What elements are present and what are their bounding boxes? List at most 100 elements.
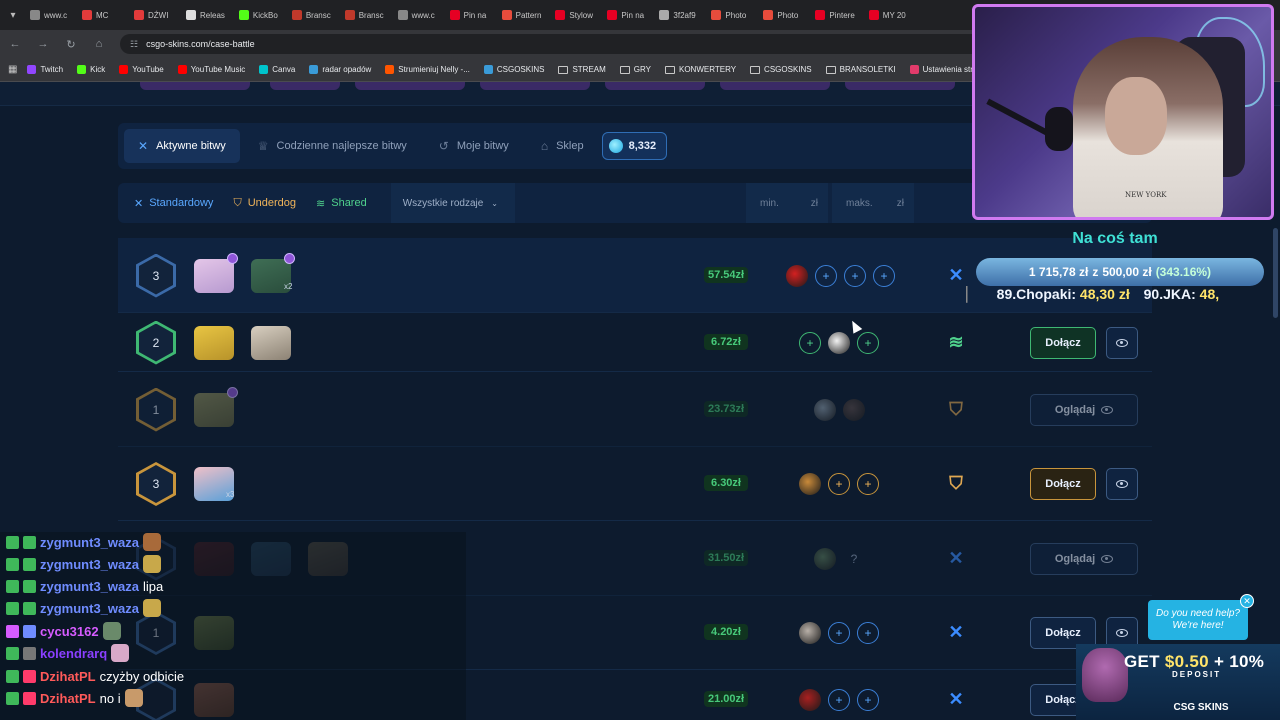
- join-slot-plus-icon[interactable]: +: [844, 264, 866, 287]
- player-avatar[interactable]: [799, 473, 821, 495]
- watch-button[interactable]: [1106, 326, 1138, 359]
- browser-tab[interactable]: KickBo: [233, 3, 284, 27]
- player-avatar[interactable]: [828, 331, 850, 354]
- header-pill[interactable]: [720, 82, 830, 90]
- header-pill[interactable]: [480, 82, 590, 90]
- max-price-input[interactable]: maks. zł: [832, 183, 914, 223]
- browser-tab[interactable]: Pin na: [444, 3, 494, 27]
- browser-tab[interactable]: Stylow: [549, 3, 599, 27]
- browser-tab[interactable]: Photo: [757, 3, 807, 27]
- chat-username[interactable]: DzihatPL: [40, 691, 96, 706]
- bookmark-item[interactable]: Strumieniuj Nelly -...: [385, 65, 470, 74]
- join-slot-plus-icon[interactable]: +: [828, 622, 850, 644]
- filter-underdog[interactable]: ⛉ Underdog: [223, 183, 306, 223]
- browser-tab[interactable]: Bransc: [286, 3, 337, 27]
- join-slot-plus-icon[interactable]: +: [857, 331, 879, 354]
- tab-daily-best[interactable]: ♕ Codzienne najlepsze bitwy: [244, 129, 421, 163]
- chat-username[interactable]: DzihatPL: [40, 669, 96, 684]
- bookmark-item[interactable]: Canva: [259, 65, 295, 74]
- browser-tab[interactable]: DŹWI: [128, 3, 178, 27]
- donation-ticker: ▏ 89.Chopaki: 48,30 zł 90.JKA: 48,: [966, 286, 1220, 302]
- chat-username[interactable]: kolendrarq: [40, 646, 107, 661]
- bookmark-item[interactable]: radar opadów: [309, 65, 371, 74]
- bookmark-item[interactable]: BRANSOLETKI: [825, 65, 896, 74]
- header-pill[interactable]: [845, 82, 955, 90]
- tab-my-battles[interactable]: ↺ Moje bitwy: [425, 129, 523, 163]
- watch-battle-button[interactable]: Oglądaj: [1030, 542, 1138, 575]
- bookmark-item[interactable]: YouTube Music: [177, 65, 245, 74]
- join-slot-plus-icon[interactable]: +: [873, 264, 895, 287]
- chat-username[interactable]: zygmunt3_waza: [40, 601, 139, 616]
- bookmark-item[interactable]: Twitch: [27, 65, 63, 74]
- header-pill[interactable]: [355, 82, 465, 90]
- tab-search-icon[interactable]: ▾: [4, 6, 22, 24]
- battle-type-select[interactable]: Wszystkie rodzaje ⌄: [390, 183, 515, 223]
- coin-balance[interactable]: 8,332: [601, 132, 668, 160]
- bookmark-item[interactable]: GRY: [619, 65, 651, 74]
- watch-battle-button[interactable]: Oglądaj: [1030, 393, 1138, 426]
- reload-icon[interactable]: ↻: [64, 38, 78, 51]
- tab-shop[interactable]: ⌂ Sklep: [527, 129, 598, 163]
- join-slot-plus-icon[interactable]: +: [857, 622, 879, 644]
- header-pill[interactable]: [270, 82, 340, 90]
- battle-row[interactable]: 3 x3 6.30zł + + ⛉ Dołącz: [118, 447, 1152, 521]
- url-field[interactable]: ☷ csgo-skins.com/case-battle: [120, 34, 1020, 54]
- join-slot-plus-icon[interactable]: +: [828, 473, 850, 495]
- join-slot-plus-icon[interactable]: +: [857, 473, 879, 495]
- apps-icon[interactable]: ▦: [8, 64, 17, 75]
- browser-tab[interactable]: www.c: [24, 3, 74, 27]
- join-slot-plus-icon[interactable]: +: [828, 689, 850, 711]
- player-avatar[interactable]: [786, 264, 808, 287]
- player-avatar[interactable]: [814, 398, 836, 421]
- site-info-icon[interactable]: ☷: [130, 39, 138, 50]
- bookmark-item[interactable]: CSGOSKINS: [750, 65, 812, 74]
- browser-tab[interactable]: www.c: [392, 3, 442, 27]
- bookmark-item[interactable]: YouTube: [119, 65, 164, 74]
- special-badge-icon: [227, 252, 238, 264]
- browser-tab[interactable]: Pin na: [601, 3, 651, 27]
- close-icon[interactable]: ✕: [1240, 594, 1254, 608]
- chat-username[interactable]: cycu3162: [40, 624, 99, 639]
- battle-row[interactable]: 2 6.72zł + + ≋ Dołącz: [118, 313, 1152, 372]
- browser-tab[interactable]: Bransc: [339, 3, 390, 27]
- ticker-rank: 90.: [1143, 286, 1164, 302]
- bookmark-item[interactable]: CSGOSKINS: [483, 65, 544, 74]
- player-avatar[interactable]: [799, 689, 821, 711]
- filter-standard[interactable]: ✕ Standardowy: [124, 183, 223, 223]
- scrollbar-thumb[interactable]: [1273, 228, 1278, 318]
- join-slot-plus-icon[interactable]: +: [815, 264, 837, 287]
- join-button[interactable]: Dołącz: [1030, 326, 1096, 359]
- bookmark-item[interactable]: STREAM: [558, 65, 606, 74]
- join-slot-plus-icon[interactable]: +: [799, 331, 821, 354]
- browser-tab[interactable]: Photo: [705, 3, 755, 27]
- bookmark-item[interactable]: Kick: [77, 65, 105, 74]
- browser-tab[interactable]: 3f2af9: [653, 3, 703, 27]
- watch-button[interactable]: [1106, 468, 1138, 500]
- battle-row[interactable]: 1 23.73zł ⛉ Oglądaj: [118, 372, 1152, 447]
- min-price-input[interactable]: min. zł: [746, 183, 828, 223]
- player-avatar[interactable]: [814, 547, 836, 570]
- forward-icon[interactable]: →: [36, 38, 50, 50]
- browser-tab[interactable]: Pattern: [496, 3, 548, 27]
- join-slot-plus-icon[interactable]: +: [857, 689, 879, 711]
- player-avatar[interactable]: [843, 398, 865, 421]
- browser-tab[interactable]: MY 20: [863, 3, 913, 27]
- back-icon[interactable]: ←: [8, 38, 22, 50]
- bookmark-item[interactable]: KONWERTERY: [665, 65, 736, 74]
- chat-username[interactable]: zygmunt3_waza: [40, 579, 139, 594]
- browser-tab[interactable]: Releas: [180, 3, 231, 27]
- home-icon[interactable]: ⌂: [92, 38, 106, 50]
- browser-tab[interactable]: Pintere: [809, 3, 860, 27]
- chat-username[interactable]: zygmunt3_waza: [40, 535, 139, 550]
- player-avatar[interactable]: [799, 622, 821, 644]
- header-pill[interactable]: [140, 82, 250, 90]
- filter-shared[interactable]: ≋ Shared: [306, 183, 377, 223]
- tab-active-battles[interactable]: ✕ Aktywne bitwy: [124, 129, 240, 163]
- tab-favicon-icon: [607, 10, 618, 20]
- url-text: csgo-skins.com/case-battle: [146, 39, 255, 49]
- help-chat-bubble[interactable]: Do you need help? We're here!: [1148, 600, 1248, 640]
- browser-tab[interactable]: MC: [76, 3, 126, 27]
- join-button[interactable]: Dołącz: [1030, 468, 1096, 500]
- header-pill[interactable]: [605, 82, 705, 90]
- chat-username[interactable]: zygmunt3_waza: [40, 557, 139, 572]
